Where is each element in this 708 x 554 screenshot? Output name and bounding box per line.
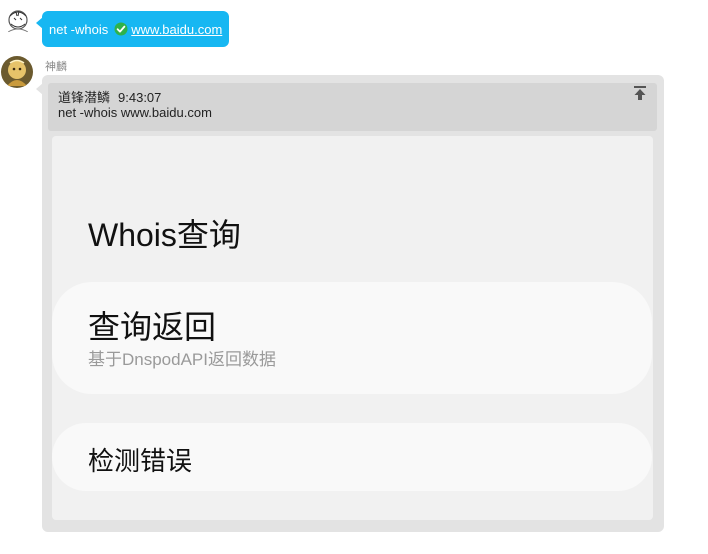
- quote-author: 道锋潜鳞: [58, 90, 111, 105]
- whois-result-panel: Whois查询 查询返回 基于DnspodAPI返回数据 检测错误: [52, 136, 653, 520]
- bot-avatar[interactable]: [1, 56, 33, 88]
- bot-sender-name: 神麟: [45, 61, 67, 73]
- quoted-message[interactable]: 道锋潜鳞 9:43:07 net -whois www.baidu.com: [48, 83, 657, 131]
- item-subtitle: 基于DnspodAPI返回数据: [88, 350, 276, 369]
- quote-text: net -whois www.baidu.com: [58, 105, 212, 120]
- check-circle-icon: [114, 22, 128, 36]
- user-message-bubble[interactable]: net -whois www.baidu.com: [35, 11, 230, 47]
- command-text: net -whois: [49, 21, 109, 37]
- quote-time: 9:43:07: [118, 90, 162, 105]
- list-item-query-result[interactable]: 查询返回 基于DnspodAPI返回数据: [52, 282, 652, 394]
- item-title: 查询返回: [88, 309, 217, 345]
- item-title: 检测错误: [88, 446, 193, 476]
- pin-top-icon[interactable]: [633, 85, 647, 101]
- domain-link[interactable]: www.baidu.com: [131, 22, 222, 37]
- user-avatar[interactable]: [4, 6, 32, 36]
- list-item-detect-error[interactable]: 检测错误: [52, 423, 652, 491]
- panel-title: Whois查询: [88, 217, 241, 253]
